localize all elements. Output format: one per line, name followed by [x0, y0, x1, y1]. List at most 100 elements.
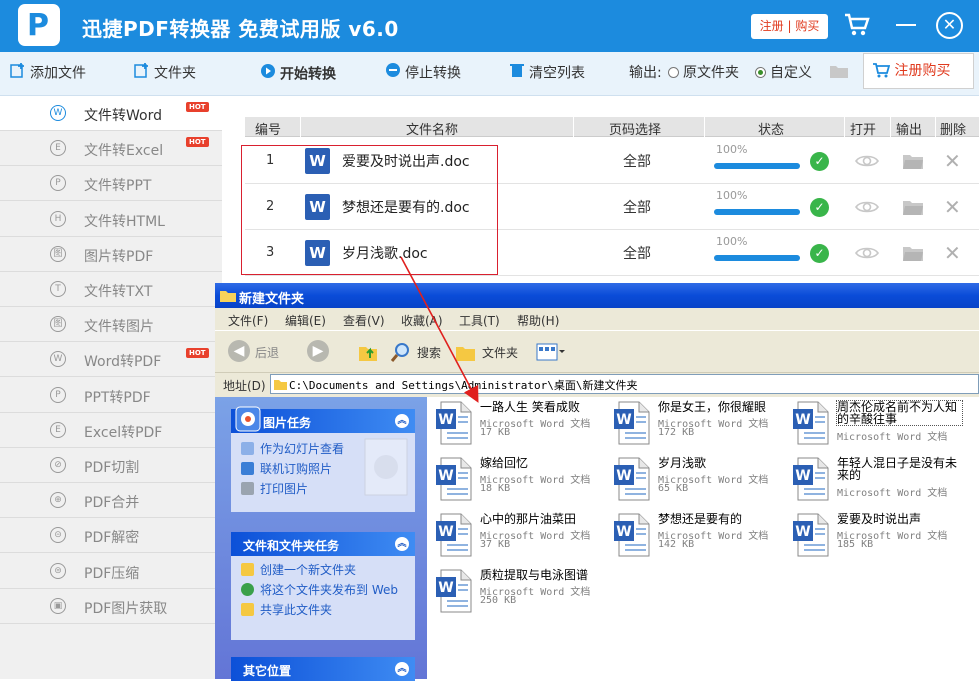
hot-badge: HOT	[186, 348, 209, 359]
word-document-icon: W	[614, 401, 650, 445]
svg-text:W: W	[616, 468, 631, 484]
sidebar-item[interactable]: H 文件转HTML	[0, 202, 222, 237]
minimize-button[interactable]	[896, 24, 916, 26]
output-folder-icon[interactable]	[902, 199, 924, 220]
page-selection[interactable]: 全部	[623, 243, 651, 263]
file-name: 岁月浅歌	[658, 456, 707, 470]
progress-percent: 100%	[716, 143, 748, 156]
sidebar-item[interactable]: T 文件转TXT	[0, 272, 222, 307]
delete-x-icon[interactable]: ✕	[944, 195, 961, 219]
open-eye-icon[interactable]	[855, 245, 879, 265]
register-buy-button[interactable]: 注册购买	[863, 53, 974, 89]
folder-icon	[220, 289, 236, 306]
convert-type-icon: P	[50, 386, 66, 403]
back-label[interactable]: 后退	[255, 344, 279, 361]
file-tasks-header[interactable]: 文件和文件夹任务 ︽	[231, 532, 415, 556]
sidebar-item[interactable]: 图 文件转图片	[0, 307, 222, 343]
app-window: P 迅捷PDF转换器 免费试用版 v6.0 注册 | 购买 ✕ 添加文件 文件夹…	[0, 0, 979, 681]
file-size: 142 KB	[658, 539, 695, 550]
delete-x-icon[interactable]: ✕	[944, 149, 961, 173]
back-arrow-icon[interactable]: ◀	[228, 340, 250, 362]
sidebar-item[interactable]: ⊝ PDF解密	[0, 518, 222, 554]
sidebar-item[interactable]: 图 图片转PDF	[0, 237, 222, 272]
forward-arrow-icon[interactable]: ▶	[307, 340, 329, 362]
up-folder-icon[interactable]	[357, 341, 379, 367]
menu-favorites[interactable]: 收藏(A)	[401, 312, 443, 329]
sidebar-item-label: 文件转HTML	[84, 213, 165, 230]
delete-x-icon[interactable]: ✕	[944, 241, 961, 265]
address-input[interactable]: C:\Documents and Settings\Administrator\…	[270, 374, 979, 394]
menu-edit[interactable]: 编辑(E)	[285, 312, 326, 329]
page-selection[interactable]: 全部	[623, 197, 651, 217]
file-type: Microsoft Word 文档	[837, 488, 948, 499]
sidebar-item[interactable]: P PPT转PDF	[0, 378, 222, 413]
search-label[interactable]: 搜索	[417, 344, 441, 361]
collapse-chevron-icon[interactable]: ︽	[395, 662, 409, 676]
success-check-icon: ✓	[810, 198, 829, 217]
file-item[interactable]: W 心中的那片油菜田 Microsoft Word 文档 37 KB	[435, 513, 610, 565]
task-share-folder[interactable]: 共享此文件夹	[241, 600, 405, 620]
sidebar-item[interactable]: ⊘ PDF切割	[0, 448, 222, 483]
file-item[interactable]: W 你是女王，你很耀眼 Microsoft Word 文档 172 KB	[613, 401, 788, 453]
sidebar-item[interactable]: E 文件转Excel HOT	[0, 131, 222, 167]
globe-icon	[241, 583, 254, 596]
file-item[interactable]: W 周杰伦成名前不为人知的辛酸往事 Microsoft Word 文档	[792, 400, 967, 453]
add-file-button[interactable]: 添加文件	[10, 62, 86, 86]
picture-tasks-header[interactable]: 图片任务 ︽	[231, 406, 415, 433]
file-item[interactable]: W 一路人生 笑看成败 Microsoft Word 文档 17 KB	[435, 401, 610, 453]
file-item[interactable]: W 质粒提取与电泳图谱 Microsoft Word 文档 250 KB	[435, 569, 610, 621]
file-item[interactable]: W 梦想还是要有的 Microsoft Word 文档 142 KB	[613, 513, 788, 565]
sidebar-item[interactable]: W Word转PDF HOT	[0, 342, 222, 378]
cart-icon[interactable]	[843, 11, 871, 43]
progress-percent: 100%	[716, 235, 748, 248]
sidebar-item[interactable]: E Excel转PDF	[0, 413, 222, 448]
file-size: 18 KB	[480, 483, 511, 494]
sidebar-item-label: PDF压缩	[84, 565, 140, 582]
start-convert-button[interactable]: 开始转换	[260, 63, 336, 87]
views-icon[interactable]	[536, 342, 566, 366]
printer-icon	[241, 482, 254, 495]
folders-icon[interactable]	[455, 341, 477, 367]
open-eye-icon[interactable]	[855, 199, 879, 219]
register-buy-top-button[interactable]: 注册 | 购买	[751, 14, 828, 39]
close-button[interactable]: ✕	[936, 12, 963, 39]
menu-help[interactable]: 帮助(H)	[517, 312, 559, 329]
menu-tools[interactable]: 工具(T)	[459, 312, 500, 329]
play-icon	[260, 63, 276, 86]
output-custom-radio[interactable]: 自定义	[755, 62, 812, 82]
clear-list-button[interactable]: 清空列表	[509, 62, 585, 86]
open-eye-icon[interactable]	[855, 153, 879, 173]
task-slideshow-label: 作为幻灯片查看	[260, 442, 345, 456]
add-folder-button[interactable]: 文件夹	[134, 62, 196, 86]
browse-folder-icon[interactable]	[829, 63, 849, 83]
output-folder-icon[interactable]	[902, 245, 924, 266]
folders-label[interactable]: 文件夹	[482, 344, 518, 361]
sidebar-item[interactable]: ⊕ PDF合并	[0, 483, 222, 519]
search-icon[interactable]	[390, 341, 412, 367]
collapse-chevron-icon[interactable]: ︽	[395, 414, 409, 428]
task-new-folder[interactable]: 创建一个新文件夹	[241, 560, 405, 580]
add-file-icon	[10, 62, 26, 85]
stop-convert-button[interactable]: 停止转换	[385, 62, 461, 86]
add-folder-icon	[134, 62, 150, 85]
collapse-chevron-icon[interactable]: ︽	[395, 537, 409, 551]
file-item[interactable]: W 岁月浅歌 Microsoft Word 文档 65 KB	[613, 457, 788, 509]
sidebar-item[interactable]: ⊜ PDF压缩	[0, 554, 222, 589]
task-publish-web[interactable]: 将这个文件夹发布到 Web	[241, 583, 405, 597]
page-selection[interactable]: 全部	[623, 151, 651, 171]
file-size: 185 KB	[837, 539, 874, 550]
menu-view[interactable]: 查看(V)	[343, 312, 385, 329]
sidebar-item[interactable]: P 文件转PPT	[0, 166, 222, 202]
success-check-icon: ✓	[810, 244, 829, 263]
other-places-header[interactable]: 其它位置 ︽	[231, 657, 415, 681]
sidebar-item[interactable]: W 文件转Word HOT	[0, 96, 222, 131]
task-share-folder-label: 共享此文件夹	[260, 603, 333, 617]
file-item[interactable]: W 爱要及时说出声 Microsoft Word 文档 185 KB	[792, 513, 967, 565]
file-item[interactable]: W 年轻人混日子是没有未来的 Microsoft Word 文档	[792, 457, 967, 509]
output-folder-icon[interactable]	[902, 153, 924, 174]
sidebar-item[interactable]: ▣ PDF图片获取	[0, 589, 222, 624]
menu-file[interactable]: 文件(F)	[228, 312, 268, 329]
output-original-folder-radio[interactable]: 原文件夹	[668, 62, 739, 82]
file-type: Microsoft Word 文档	[837, 432, 948, 443]
file-item[interactable]: W 嫁给回忆 Microsoft Word 文档 18 KB	[435, 457, 610, 509]
